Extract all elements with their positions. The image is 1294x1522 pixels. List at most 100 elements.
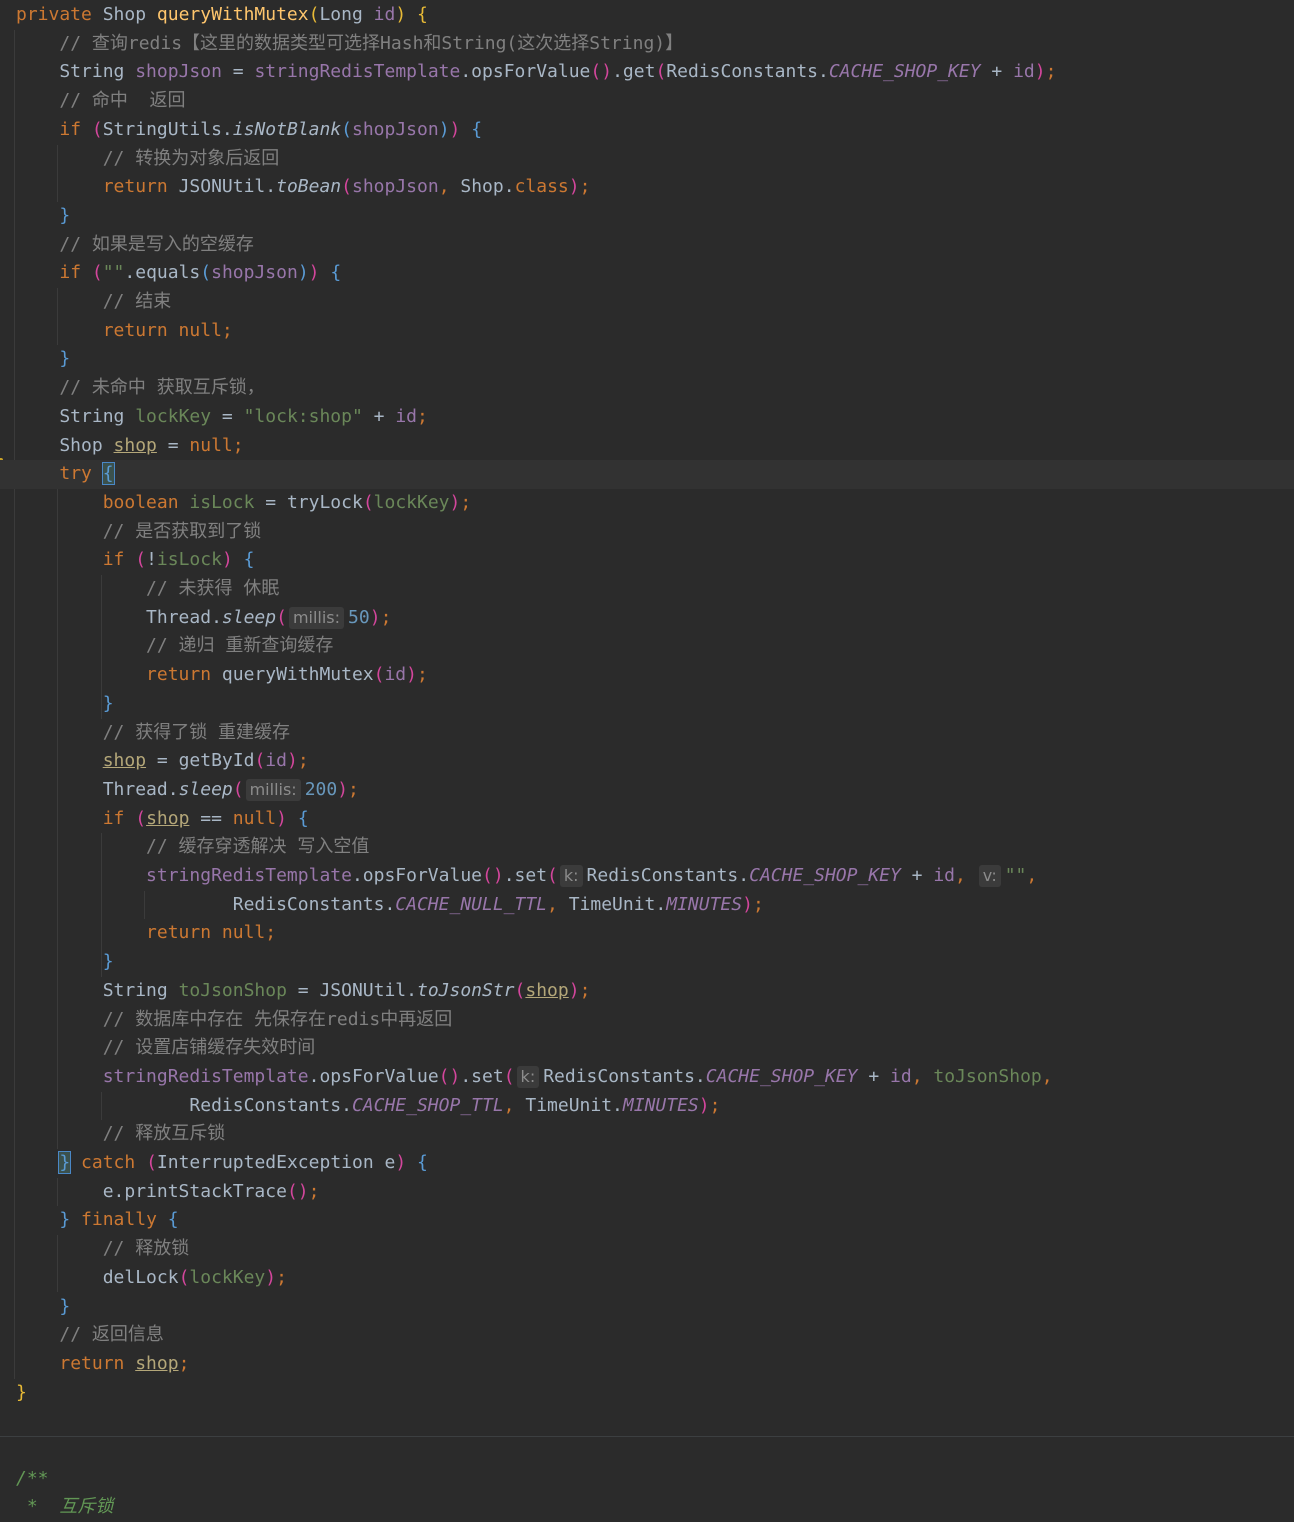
code-line[interactable]: if ("".equals(shopJson)) { <box>0 259 1294 288</box>
code-line[interactable]: String toJsonShop = JSONUtil.toJsonStr(s… <box>0 977 1294 1006</box>
code-line[interactable]: // 结束 <box>0 288 1294 317</box>
code-line[interactable]: e.printStackTrace(); <box>0 1178 1294 1207</box>
code-comment: /** <box>16 1467 49 1489</box>
code-line[interactable]: } <box>0 690 1294 719</box>
code-token: ) <box>395 1152 407 1173</box>
code-line[interactable]: } <box>0 1379 1294 1408</box>
code-token: ; <box>1045 61 1057 83</box>
code-token: "" <box>1004 865 1027 886</box>
code-line[interactable] <box>0 1436 1294 1465</box>
code-line[interactable]: private Shop queryWithMutex(Long id) { <box>0 1 1294 30</box>
code-token: shop <box>525 979 569 1001</box>
code-line[interactable]: // 释放互斥锁 <box>0 1120 1294 1149</box>
code-line[interactable]: RedisConstants.CACHE_SHOP_TTL, TimeUnit.… <box>0 1092 1294 1121</box>
code-editor[interactable]: private Shop queryWithMutex(Long id) { /… <box>0 0 1294 1517</box>
code-line[interactable]: } <box>0 1293 1294 1322</box>
code-comment: // 命中 返回 <box>59 90 186 112</box>
code-line[interactable]: Thread.sleep(millis: 200); <box>0 776 1294 805</box>
code-line[interactable]: try { <box>0 460 1294 489</box>
code-line[interactable]: // 递归 重新查询缓存 <box>0 632 1294 661</box>
code-line[interactable]: String lockKey = "lock:shop" + id; <box>0 403 1294 432</box>
code-token: toJsonShop <box>178 979 287 1001</box>
code-line[interactable]: // 命中 返回 <box>0 87 1294 116</box>
parameter-hint: v: <box>978 865 1001 887</box>
code-line[interactable]: // 释放锁 <box>0 1235 1294 1264</box>
code-token: id <box>384 664 407 686</box>
code-line[interactable]: } catch (InterruptedException e) { <box>0 1149 1294 1178</box>
code-token: CACHE_SHOP_KEY <box>828 61 981 83</box>
code-token: ; <box>348 778 359 800</box>
code-comment: // 是否获取到了锁 <box>102 520 262 542</box>
code-token: { <box>417 4 428 25</box>
code-token: TimeUnit. <box>568 893 667 915</box>
code-token: shop <box>102 750 147 772</box>
code-token: id <box>373 4 396 25</box>
code-line[interactable]: if (!isLock) { <box>0 546 1294 575</box>
code-comment: // 结束 <box>102 291 172 312</box>
code-line[interactable]: if (StringUtils.isNotBlank(shopJson)) { <box>0 116 1294 145</box>
code-line[interactable]: } finally { <box>0 1206 1294 1235</box>
code-line[interactable] <box>0 1407 1294 1436</box>
parameter-hint: millis: <box>245 778 301 801</box>
code-comment: // 设置店铺缓存失效时间 <box>102 1037 316 1059</box>
code-line[interactable]: return queryWithMutex(id); <box>0 661 1294 690</box>
code-line[interactable]: delLock(lockKey); <box>0 1264 1294 1293</box>
code-token: finally <box>81 1209 168 1231</box>
code-line[interactable]: * 互斥锁 <box>0 1493 1294 1522</box>
code-line[interactable]: // 是否获取到了锁 <box>0 518 1294 547</box>
code-line[interactable]: // 如果是写入的空缓存 <box>0 231 1294 260</box>
code-line[interactable]: shop = getById(id); <box>0 747 1294 776</box>
code-line[interactable]: } <box>0 202 1294 231</box>
code-line[interactable]: } <box>0 948 1294 977</box>
code-line[interactable]: // 数据库中存在 先保存在redis中再返回 <box>0 1006 1294 1035</box>
code-line[interactable]: stringRedisTemplate.opsForValue().set(k:… <box>0 862 1294 891</box>
code-token: ) <box>395 4 407 25</box>
code-line[interactable]: Thread.sleep(millis: 50); <box>0 604 1294 633</box>
code-line[interactable]: return null; <box>0 919 1294 948</box>
code-token: ; <box>417 664 428 686</box>
code-line[interactable]: /** <box>0 1465 1294 1494</box>
code-line[interactable]: // 查询redis【这里的数据类型可选择Hash和String(这次选择Str… <box>0 30 1294 59</box>
code-line[interactable]: // 未获得 休眠 <box>0 575 1294 604</box>
code-token: ( <box>135 807 147 829</box>
code-line[interactable]: return JSONUtil.toBean(shopJson, Shop.cl… <box>0 173 1294 202</box>
code-line[interactable]: // 获得了锁 重建缓存 <box>0 719 1294 748</box>
code-token: if <box>59 262 92 284</box>
code-line[interactable]: // 转换为对象后返回 <box>0 145 1294 174</box>
code-line[interactable]: Shop shop = null; <box>0 432 1294 461</box>
code-token: ; <box>417 405 428 427</box>
code-token: { <box>330 262 342 284</box>
code-line[interactable]: RedisConstants.CACHE_NULL_TTL, TimeUnit.… <box>0 891 1294 920</box>
code-token: id <box>890 1065 912 1087</box>
code-line[interactable]: } <box>0 345 1294 374</box>
code-token: ( <box>547 865 558 886</box>
code-token: , <box>1041 1065 1053 1087</box>
code-token: stringRedisTemplate <box>254 61 461 83</box>
code-token: if <box>102 549 136 571</box>
code-token: private <box>16 4 103 25</box>
code-line[interactable]: return null; <box>0 317 1294 346</box>
code-line[interactable]: // 返回信息 <box>0 1321 1294 1350</box>
code-token: RedisConstants. <box>543 1065 706 1087</box>
code-token: RedisConstants. <box>16 1094 352 1116</box>
code-line[interactable]: String shopJson = stringRedisTemplate.op… <box>0 58 1294 87</box>
code-token: toJsonShop <box>933 1065 1042 1087</box>
code-line[interactable]: if (shop == null) { <box>0 805 1294 834</box>
code-line[interactable]: // 未命中 获取互斥锁， <box>0 374 1294 403</box>
code-token: id <box>933 865 956 886</box>
code-line[interactable]: // 设置店铺缓存失效时间 <box>0 1034 1294 1063</box>
code-line[interactable]: boolean isLock = tryLock(lockKey); <box>0 489 1294 518</box>
code-comment: // 获得了锁 重建缓存 <box>102 721 291 743</box>
code-token: + <box>980 61 1014 83</box>
code-line[interactable]: return shop; <box>0 1350 1294 1379</box>
code-token: String <box>16 61 136 83</box>
code-line[interactable]: stringRedisTemplate.opsForValue().set(k:… <box>0 1063 1294 1092</box>
code-line[interactable]: // 缓存穿透解决 写入空值 <box>0 833 1294 862</box>
